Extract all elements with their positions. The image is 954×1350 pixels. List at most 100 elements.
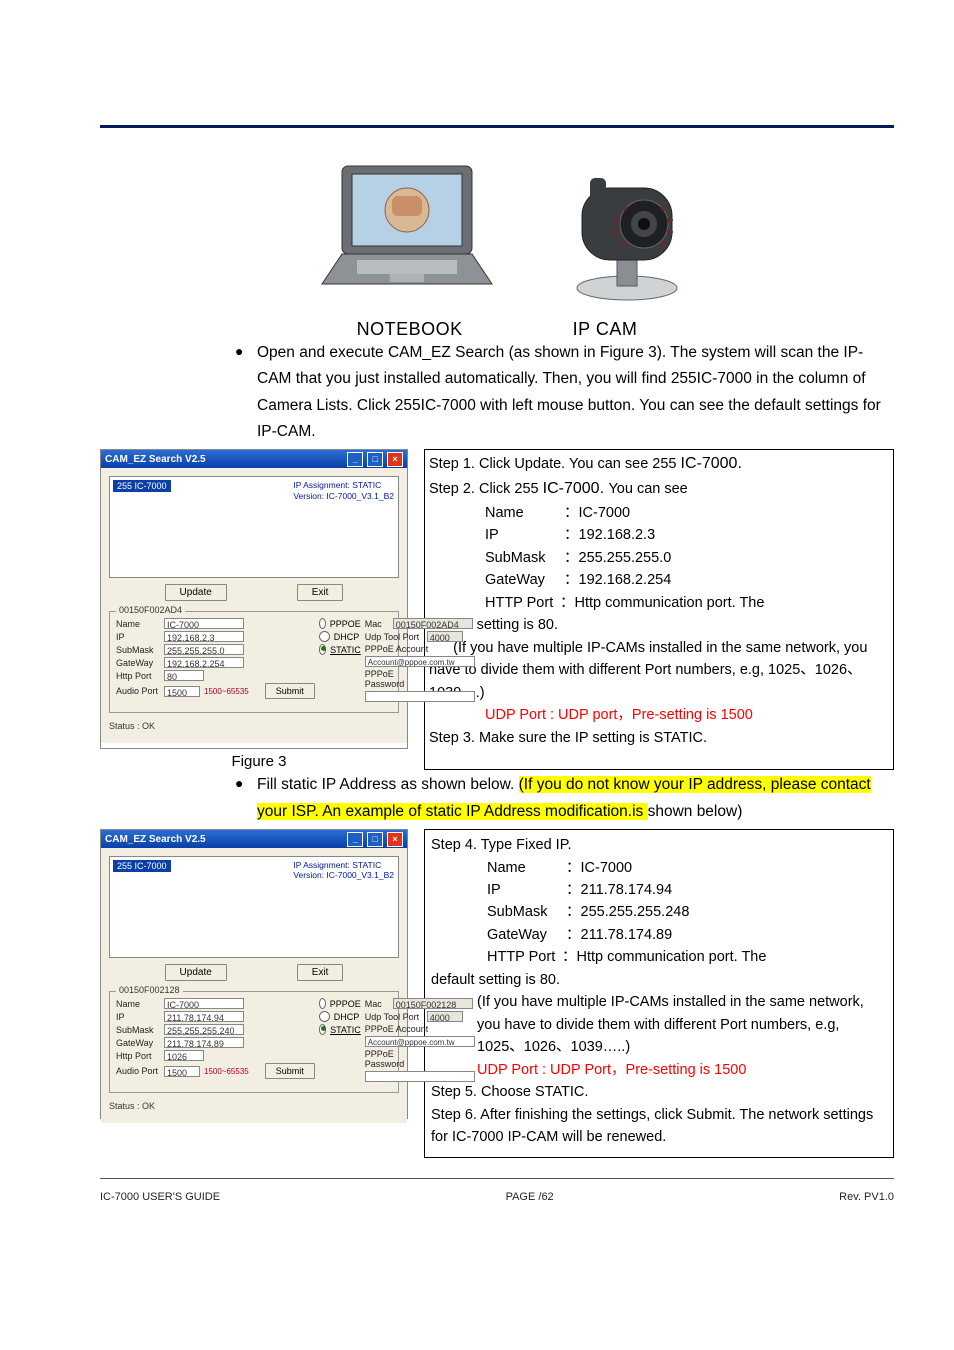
camera-list[interactable]: 255 IC-7000 IP Assignment: STATIC Versio… [109, 476, 399, 578]
http-v: ：Http communication port. The [562, 949, 766, 965]
http-def: default setting is 80. [431, 969, 885, 991]
submit-button[interactable]: Submit [265, 683, 315, 699]
window-title: CAM_EZ Search V2.5 [105, 454, 206, 465]
maximize-icon[interactable]: □ [367, 452, 383, 467]
name-l: Name [487, 857, 562, 879]
gw-v: ：211.78.174.89 [566, 927, 672, 943]
version-text: Version: IC-7000_V3.1_B2 [293, 491, 394, 501]
pppoe-account-input[interactable]: Account@pppoe.com.tw [365, 1036, 475, 1047]
status-text: Status : OK [109, 1093, 399, 1111]
gw-l: GateWay [487, 924, 562, 946]
dhcp-label: DHCP [334, 632, 360, 642]
gw-v: ：192.168.2.254 [564, 572, 671, 588]
pppoe-radio[interactable] [319, 998, 326, 1009]
minimize-icon[interactable]: _ [347, 452, 363, 467]
audioport-label: Audio Port [116, 686, 160, 696]
mac-input: 00150F002128 [393, 998, 473, 1009]
dhcp-radio[interactable] [319, 631, 330, 642]
minimize-icon[interactable]: _ [347, 832, 363, 847]
udptool-label: Udp Tool Port [365, 632, 423, 642]
exit-button[interactable]: Exit [297, 584, 344, 601]
submit-button[interactable]: Submit [265, 1063, 315, 1079]
window-titlebar: CAM_EZ Search V2.5 _ □ × [101, 830, 407, 848]
window-buttons: _ □ × [346, 832, 403, 847]
window-buttons: _ □ × [346, 452, 403, 467]
mac-label: Mac [365, 619, 389, 629]
pppoe-password-input[interactable] [365, 1071, 475, 1082]
http-def: default setting is 80. [429, 614, 887, 636]
pppoe-account-input[interactable]: Account@pppoe.com.tw [365, 656, 475, 667]
mac-input: 00150F002AD4 [393, 618, 473, 629]
ip-v: ：192.168.2.3 [564, 527, 655, 543]
mac-label: Mac [365, 999, 389, 1009]
close-icon[interactable]: × [387, 452, 403, 467]
step1-a: Step 1. Click Update. You can see 255 [429, 456, 681, 472]
dhcp-radio[interactable] [319, 1011, 330, 1022]
settings-group: 00150F002AD4 NameIC-7000 IP192.168.2.3 S… [109, 611, 399, 713]
pppoe-account-label: PPPoE Account [365, 644, 431, 654]
pppoe-password-label: PPPoE Password [365, 669, 435, 689]
audioport-input[interactable]: 1500 [164, 686, 200, 697]
pppoe-password-input[interactable] [365, 691, 475, 702]
footer-right: Rev. PV1.0 [839, 1191, 894, 1203]
list-item[interactable]: 255 IC-7000 [113, 480, 171, 492]
exit-button[interactable]: Exit [297, 964, 344, 981]
window-titlebar: CAM_EZ Search V2.5 _ □ × [101, 450, 407, 468]
window-title: CAM_EZ Search V2.5 [105, 834, 206, 845]
http-l: HTTP Port [485, 592, 560, 614]
notebook-label: NOTEBOOK [357, 319, 463, 340]
status-text: Status : OK [109, 713, 399, 731]
dhcp-label: DHCP [334, 1012, 360, 1022]
ip-label: IP [116, 1012, 160, 1022]
step3: Step 3. Make sure the IP setting is STAT… [429, 727, 887, 749]
group-title: 00150F002AD4 [116, 605, 185, 615]
hardware-illustration: NOTEBOOK IP CAM [100, 148, 894, 340]
update-button[interactable]: Update [165, 584, 227, 601]
gateway-input[interactable]: 192.168.2.254 [164, 657, 244, 668]
step4: Step 4. Type Fixed IP. [431, 834, 885, 856]
settings-group: 00150F002128 NameIC-7000 IP211.78.174.94… [109, 991, 399, 1093]
footer-left: IC-7000 USER'S GUIDE [100, 1191, 220, 1203]
name-v: ：IC-7000 [566, 860, 632, 876]
page-footer: IC-7000 USER'S GUIDE PAGE /62 Rev. PV1.0 [100, 1187, 894, 1223]
httpport-input[interactable]: 80 [164, 670, 204, 681]
http-l: HTTP Port [487, 946, 562, 968]
sub-v: ：255.255.255.0 [564, 550, 671, 566]
audioport-hint: 1500~65535 [204, 687, 249, 696]
sub-l: SubMask [487, 901, 562, 923]
bullet-icon: ● [235, 340, 257, 445]
gateway-label: GateWay [116, 658, 160, 668]
name-v: ：IC-7000 [564, 505, 630, 521]
multi-text: (If you have multiple IP-CAMs installed … [431, 991, 885, 1058]
audioport-label: Audio Port [116, 1066, 160, 1076]
close-icon[interactable]: × [387, 832, 403, 847]
udp-text: UDP Port : UDP port，Pre-setting is 1500 [429, 704, 887, 726]
pppoe-radio[interactable] [319, 618, 326, 629]
ip-l: IP [487, 879, 562, 901]
submask-input[interactable]: 255.255.255.240 [164, 1024, 244, 1035]
screenshot-2: CAM_EZ Search V2.5 _ □ × 255 IC-7000 IP … [100, 829, 408, 1119]
maximize-icon[interactable]: □ [367, 832, 383, 847]
ip-assignment: IP Assignment: STATIC [293, 860, 394, 870]
ip-input[interactable]: 211.78.174.94 [164, 1011, 244, 1022]
list-item[interactable]: 255 IC-7000 [113, 860, 171, 872]
httpport-input[interactable]: 1026 [164, 1050, 204, 1061]
static-radio[interactable] [319, 644, 326, 655]
gateway-input[interactable]: 211.78.174.89 [164, 1037, 244, 1048]
multi-text: (If you have multiple IP-CAMs installed … [429, 637, 887, 704]
update-button[interactable]: Update [165, 964, 227, 981]
camera-list[interactable]: 255 IC-7000 IP Assignment: STATIC Versio… [109, 856, 399, 958]
ip-input[interactable]: 192.168.2.3 [164, 631, 244, 642]
step2-c: You can see [608, 481, 687, 497]
bullet-1: ● Open and execute CAM_EZ Search (as sho… [235, 340, 894, 445]
footer-mid: PAGE /62 [506, 1191, 554, 1203]
name-input[interactable]: IC-7000 [164, 618, 244, 629]
static-radio[interactable] [319, 1024, 326, 1035]
name-label: Name [116, 999, 160, 1009]
static-label: STATIC [330, 645, 361, 655]
name-input[interactable]: IC-7000 [164, 998, 244, 1009]
audioport-input[interactable]: 1500 [164, 1066, 200, 1077]
gw-l: GateWay [485, 569, 560, 591]
submask-input[interactable]: 255.255.255.0 [164, 644, 244, 655]
pppoe-password-label: PPPoE Password [365, 1049, 435, 1069]
